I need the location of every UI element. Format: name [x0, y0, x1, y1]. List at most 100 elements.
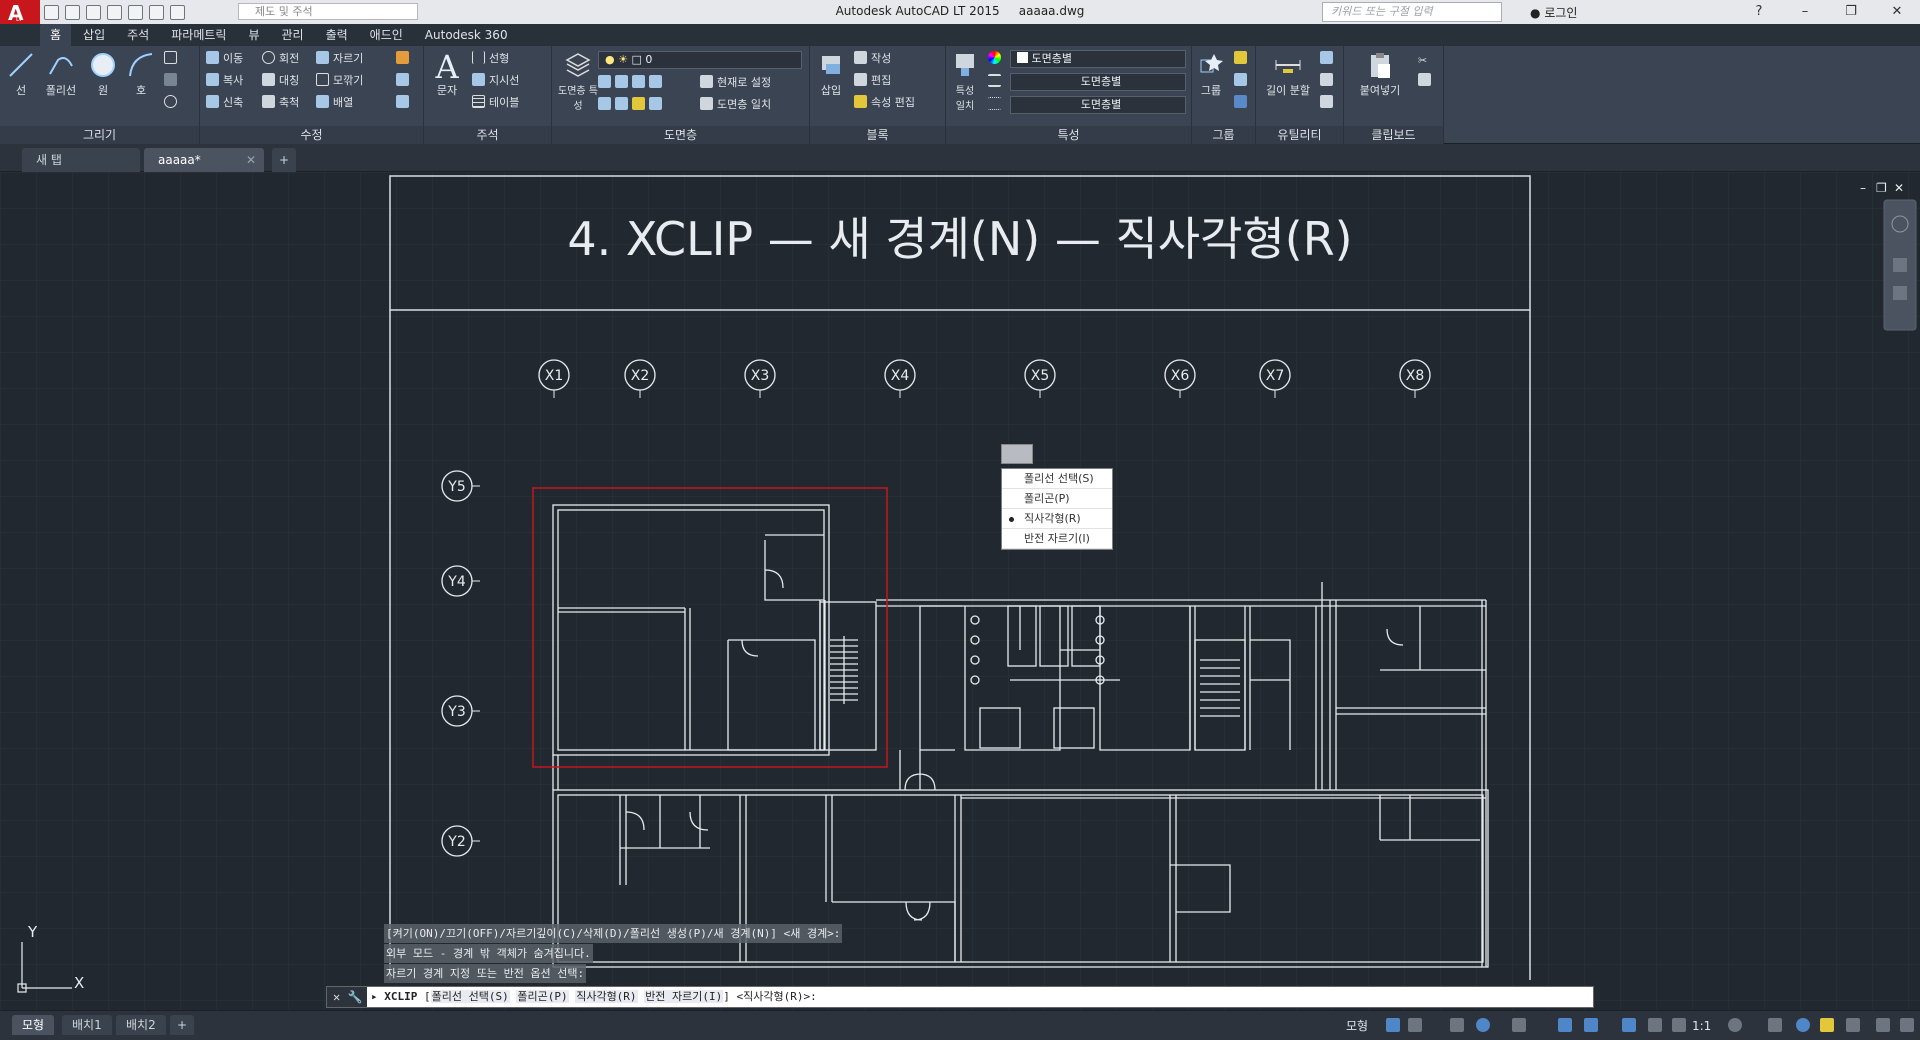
block-panel-label[interactable]: 블록 [810, 126, 945, 144]
maximize-button[interactable]: ❐ [1828, 0, 1874, 24]
cmd-option-polygon[interactable]: 폴리곤(P) [516, 990, 569, 1003]
properties-panel-label[interactable]: 특성 [946, 126, 1191, 144]
hardware-accel-icon[interactable] [1820, 1018, 1834, 1032]
help-icon[interactable]: ? [1736, 0, 1782, 24]
menu-item-invert-clip[interactable]: 반전 자르기(I) [1002, 529, 1112, 549]
ellipse-icon[interactable] [164, 94, 181, 112]
group-edit-icon[interactable] [1234, 72, 1251, 90]
stretch-tool[interactable]: 신축 [206, 94, 243, 112]
ungroup-icon[interactable] [1234, 50, 1251, 68]
navigation-bar[interactable] [1883, 199, 1917, 331]
workspace-gear-icon[interactable] [1728, 1018, 1742, 1032]
rectangle-icon[interactable] [164, 50, 181, 68]
tab-autodesk360[interactable]: Autodesk 360 [415, 24, 518, 46]
drawing-area[interactable]: 4. XCLIP — 새 경계(N) — 직사각형(R) X1 X2 X3 X4… [0, 172, 1920, 1010]
isodraft-icon[interactable] [1512, 1018, 1526, 1032]
draw-panel-label[interactable]: 그리기 [0, 126, 199, 144]
clipboard-panel-label[interactable]: 클립보드 [1344, 126, 1443, 144]
calculator-icon[interactable] [1320, 94, 1337, 112]
tab-home[interactable]: 홈 [40, 24, 72, 46]
point-style-icon[interactable] [1320, 72, 1337, 90]
viewport-restore-icon[interactable]: ❐ [1876, 181, 1887, 195]
erase-icon[interactable] [396, 50, 413, 68]
tab-manage[interactable]: 관리 [271, 24, 313, 46]
copy-tool[interactable]: 복사 [206, 72, 243, 90]
customize-menu-icon[interactable] [1900, 1018, 1914, 1032]
cmd-option-rectangle[interactable]: 직사각형(R) [575, 990, 638, 1003]
table-tool[interactable]: 테이블 [472, 94, 519, 112]
group-select-icon[interactable] [1234, 94, 1251, 112]
add-icon[interactable] [1768, 1018, 1782, 1032]
undo-icon[interactable] [149, 4, 164, 20]
viewport-close-icon[interactable]: ✕ [1894, 181, 1904, 195]
clean-screen-icon[interactable] [1846, 1018, 1860, 1032]
close-button[interactable]: ✕ [1874, 0, 1920, 24]
search-input[interactable]: 키워드 또는 구절 입력 [1322, 2, 1502, 22]
color-wheel-icon[interactable] [988, 50, 1005, 68]
tab-addins[interactable]: 애드인 [360, 24, 413, 46]
close-command-icon[interactable]: ✕ [333, 990, 340, 1004]
array-tool[interactable]: 배열 [316, 94, 353, 112]
linetype-icon[interactable] [988, 73, 1005, 91]
snap-toggle-icon[interactable] [1408, 1018, 1422, 1032]
annotation-panel-label[interactable]: 주석 [424, 126, 551, 144]
polar-icon[interactable] [1476, 1018, 1490, 1032]
command-line[interactable]: ✕ 🔧 ▸ XCLIP [폴리선 선택(S) 폴리곤(P) 직사각형(R) 반전… [326, 986, 1594, 1008]
annotation-scale-icon[interactable] [1672, 1018, 1686, 1032]
minimize-button[interactable]: – [1782, 0, 1828, 24]
edit-block-tool[interactable]: 편집 [854, 72, 891, 90]
tab-view[interactable]: 뷰 [238, 24, 269, 46]
annotation-autoscale-icon[interactable] [1648, 1018, 1662, 1032]
redo-icon[interactable] [170, 4, 185, 20]
layout-tab-layout1[interactable]: 배치1 [62, 1015, 112, 1035]
quick-select-icon[interactable] [1320, 50, 1337, 68]
grid-toggle-icon[interactable] [1386, 1018, 1400, 1032]
pan-icon[interactable] [1893, 258, 1907, 272]
copy-clip-icon[interactable] [1418, 72, 1435, 90]
text-tool[interactable]: A 문자 [430, 48, 464, 98]
wrench-icon[interactable]: 🔧 [347, 990, 362, 1004]
save-as-icon[interactable] [107, 4, 122, 20]
offset-icon[interactable] [396, 94, 413, 112]
mirror-tool[interactable]: 대칭 [262, 72, 299, 90]
rotate-tool[interactable]: 회전 [262, 50, 299, 68]
modify-panel-label[interactable]: 수정 [200, 126, 423, 144]
tab-output[interactable]: 출력 [316, 24, 358, 46]
fullscreen-icon[interactable] [1876, 1018, 1890, 1032]
open-file-icon[interactable] [65, 4, 80, 20]
match-properties-tool[interactable]: 특성 일치 [952, 50, 978, 112]
save-icon[interactable] [86, 4, 101, 20]
add-tab-button[interactable]: + [272, 148, 296, 172]
tab-new[interactable]: 새 탭 [22, 148, 140, 172]
ortho-icon[interactable] [1450, 1018, 1464, 1032]
annotation-visibility-icon[interactable] [1622, 1018, 1636, 1032]
layer-tool-icons[interactable] [598, 96, 666, 114]
group-tool[interactable]: 그룹 [1194, 50, 1228, 98]
layers-panel-label[interactable]: 도면층 [552, 126, 809, 144]
layer-state-icons[interactable] [598, 74, 666, 92]
tab-parametric[interactable]: 파라메트릭 [161, 24, 236, 46]
color-dropdown[interactable]: 도면층별 [1010, 50, 1186, 68]
groups-panel-label[interactable]: 그룹 [1192, 126, 1255, 144]
osnap-icon[interactable] [1558, 1018, 1572, 1032]
trim-tool[interactable]: 자르기 [316, 50, 363, 68]
move-tool[interactable]: 이동 [206, 50, 243, 68]
tab-document[interactable]: aaaaa* ✕ [144, 148, 264, 172]
hatch-icon[interactable] [164, 72, 181, 90]
set-current-tool[interactable]: 현재로 설정 [700, 74, 771, 92]
measure-tool[interactable]: 길이 분할 [1260, 50, 1316, 98]
cmd-option-polyline[interactable]: 폴리선 선택(S) [430, 990, 510, 1003]
workspace-dropdown[interactable]: 제도 및 주석 [238, 3, 418, 20]
plot-icon[interactable] [128, 4, 143, 20]
zoom-icon[interactable] [1893, 286, 1907, 300]
create-block-tool[interactable]: 작성 [854, 50, 891, 68]
menu-item-rectangle[interactable]: 직사각형(R) [1002, 509, 1112, 529]
scale-tool[interactable]: 축척 [262, 94, 299, 112]
tab-annotate[interactable]: 주석 [117, 24, 159, 46]
lineweight-toggle-icon[interactable] [1584, 1018, 1598, 1032]
leader-tool[interactable]: 지시선 [472, 72, 519, 90]
cmd-option-invert[interactable]: 반전 자르기(I) [644, 990, 724, 1003]
dimension-tool[interactable]: 선형 [472, 50, 509, 68]
model-space-button[interactable]: 모형 [1346, 1017, 1368, 1035]
new-file-icon[interactable] [44, 4, 59, 20]
